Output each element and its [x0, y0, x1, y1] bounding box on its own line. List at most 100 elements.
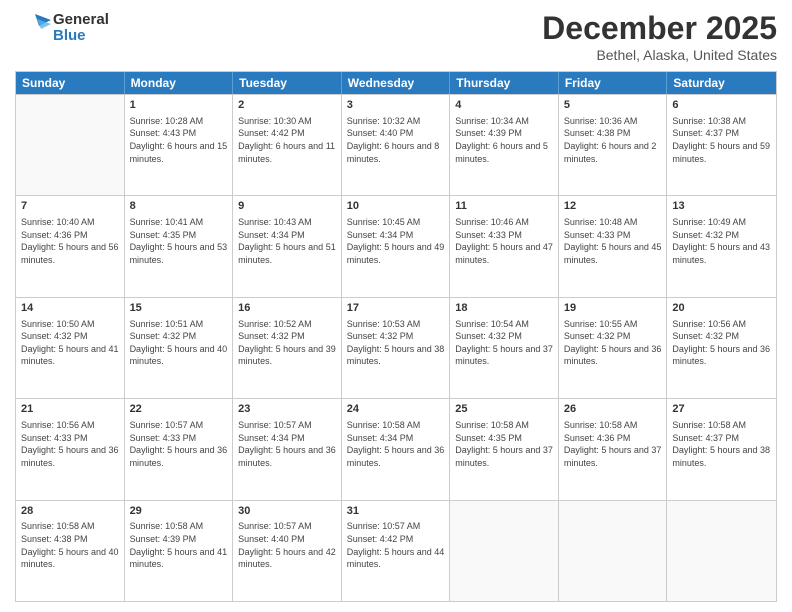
- day-number: 9: [238, 199, 336, 214]
- calendar-week-5: 28 Sunrise: 10:58 AM Sunset: 4:38 PM Day…: [16, 500, 776, 601]
- day-info: Sunrise: 10:28 AM Sunset: 4:43 PM Daylig…: [130, 115, 228, 165]
- location: Bethel, Alaska, United States: [542, 47, 777, 63]
- cal-cell-23: 23 Sunrise: 10:57 AM Sunset: 4:34 PM Day…: [233, 399, 342, 499]
- day-info: Sunrise: 10:56 AM Sunset: 4:33 PM Daylig…: [21, 419, 119, 469]
- day-number: 18: [455, 301, 553, 316]
- header: General Blue December 2025 Bethel, Alask…: [15, 10, 777, 63]
- day-info: Sunrise: 10:53 AM Sunset: 4:32 PM Daylig…: [347, 318, 445, 368]
- header-saturday: Saturday: [667, 72, 776, 94]
- day-number: 15: [130, 301, 228, 316]
- cal-cell-12: 12 Sunrise: 10:48 AM Sunset: 4:33 PM Day…: [559, 196, 668, 296]
- cal-cell-10: 10 Sunrise: 10:45 AM Sunset: 4:34 PM Day…: [342, 196, 451, 296]
- day-info: Sunrise: 10:46 AM Sunset: 4:33 PM Daylig…: [455, 216, 553, 266]
- calendar: Sunday Monday Tuesday Wednesday Thursday…: [15, 71, 777, 602]
- day-info: Sunrise: 10:55 AM Sunset: 4:32 PM Daylig…: [564, 318, 662, 368]
- cal-cell-16: 16 Sunrise: 10:52 AM Sunset: 4:32 PM Day…: [233, 298, 342, 398]
- day-number: 12: [564, 199, 662, 214]
- header-sunday: Sunday: [16, 72, 125, 94]
- day-info: Sunrise: 10:36 AM Sunset: 4:38 PM Daylig…: [564, 115, 662, 165]
- logo-container: General Blue: [15, 10, 109, 46]
- day-number: 4: [455, 98, 553, 113]
- cal-cell-24: 24 Sunrise: 10:58 AM Sunset: 4:34 PM Day…: [342, 399, 451, 499]
- cal-cell-14: 14 Sunrise: 10:50 AM Sunset: 4:32 PM Day…: [16, 298, 125, 398]
- day-info: Sunrise: 10:50 AM Sunset: 4:32 PM Daylig…: [21, 318, 119, 368]
- day-number: 28: [21, 504, 119, 519]
- cal-cell-5: 5 Sunrise: 10:36 AM Sunset: 4:38 PM Dayl…: [559, 95, 668, 195]
- cal-cell-11: 11 Sunrise: 10:46 AM Sunset: 4:33 PM Day…: [450, 196, 559, 296]
- day-number: 2: [238, 98, 336, 113]
- cal-cell-29: 29 Sunrise: 10:58 AM Sunset: 4:39 PM Day…: [125, 501, 234, 601]
- cal-cell-28: 28 Sunrise: 10:58 AM Sunset: 4:38 PM Day…: [16, 501, 125, 601]
- cal-cell-9: 9 Sunrise: 10:43 AM Sunset: 4:34 PM Dayl…: [233, 196, 342, 296]
- cal-cell-27: 27 Sunrise: 10:58 AM Sunset: 4:37 PM Day…: [667, 399, 776, 499]
- day-number: 26: [564, 402, 662, 417]
- cal-cell-6: 6 Sunrise: 10:38 AM Sunset: 4:37 PM Dayl…: [667, 95, 776, 195]
- calendar-week-3: 14 Sunrise: 10:50 AM Sunset: 4:32 PM Day…: [16, 297, 776, 398]
- logo: General Blue: [15, 10, 109, 46]
- day-number: 24: [347, 402, 445, 417]
- cal-cell-1: 1 Sunrise: 10:28 AM Sunset: 4:43 PM Dayl…: [125, 95, 234, 195]
- title-section: December 2025 Bethel, Alaska, United Sta…: [542, 10, 777, 63]
- cal-cell-empty-5: [559, 501, 668, 601]
- header-tuesday: Tuesday: [233, 72, 342, 94]
- day-info: Sunrise: 10:56 AM Sunset: 4:32 PM Daylig…: [672, 318, 771, 368]
- day-info: Sunrise: 10:41 AM Sunset: 4:35 PM Daylig…: [130, 216, 228, 266]
- cal-cell-31: 31 Sunrise: 10:57 AM Sunset: 4:42 PM Day…: [342, 501, 451, 601]
- cal-cell-7: 7 Sunrise: 10:40 AM Sunset: 4:36 PM Dayl…: [16, 196, 125, 296]
- page: General Blue December 2025 Bethel, Alask…: [0, 0, 792, 612]
- cal-cell-25: 25 Sunrise: 10:58 AM Sunset: 4:35 PM Day…: [450, 399, 559, 499]
- day-info: Sunrise: 10:49 AM Sunset: 4:32 PM Daylig…: [672, 216, 771, 266]
- cal-cell-22: 22 Sunrise: 10:57 AM Sunset: 4:33 PM Day…: [125, 399, 234, 499]
- day-info: Sunrise: 10:58 AM Sunset: 4:36 PM Daylig…: [564, 419, 662, 469]
- day-info: Sunrise: 10:58 AM Sunset: 4:38 PM Daylig…: [21, 520, 119, 570]
- day-number: 3: [347, 98, 445, 113]
- day-info: Sunrise: 10:48 AM Sunset: 4:33 PM Daylig…: [564, 216, 662, 266]
- cal-cell-19: 19 Sunrise: 10:55 AM Sunset: 4:32 PM Day…: [559, 298, 668, 398]
- day-number: 29: [130, 504, 228, 519]
- day-number: 10: [347, 199, 445, 214]
- day-number: 14: [21, 301, 119, 316]
- cal-cell-26: 26 Sunrise: 10:58 AM Sunset: 4:36 PM Day…: [559, 399, 668, 499]
- header-monday: Monday: [125, 72, 234, 94]
- day-info: Sunrise: 10:57 AM Sunset: 4:40 PM Daylig…: [238, 520, 336, 570]
- day-number: 30: [238, 504, 336, 519]
- calendar-week-4: 21 Sunrise: 10:56 AM Sunset: 4:33 PM Day…: [16, 398, 776, 499]
- cal-cell-20: 20 Sunrise: 10:56 AM Sunset: 4:32 PM Day…: [667, 298, 776, 398]
- day-number: 23: [238, 402, 336, 417]
- day-info: Sunrise: 10:43 AM Sunset: 4:34 PM Daylig…: [238, 216, 336, 266]
- cal-cell-15: 15 Sunrise: 10:51 AM Sunset: 4:32 PM Day…: [125, 298, 234, 398]
- day-info: Sunrise: 10:57 AM Sunset: 4:33 PM Daylig…: [130, 419, 228, 469]
- day-number: 27: [672, 402, 771, 417]
- cal-cell-2: 2 Sunrise: 10:30 AM Sunset: 4:42 PM Dayl…: [233, 95, 342, 195]
- calendar-body: 1 Sunrise: 10:28 AM Sunset: 4:43 PM Dayl…: [16, 94, 776, 601]
- day-number: 25: [455, 402, 553, 417]
- day-number: 17: [347, 301, 445, 316]
- calendar-week-2: 7 Sunrise: 10:40 AM Sunset: 4:36 PM Dayl…: [16, 195, 776, 296]
- day-info: Sunrise: 10:40 AM Sunset: 4:36 PM Daylig…: [21, 216, 119, 266]
- day-info: Sunrise: 10:54 AM Sunset: 4:32 PM Daylig…: [455, 318, 553, 368]
- day-number: 5: [564, 98, 662, 113]
- day-info: Sunrise: 10:58 AM Sunset: 4:39 PM Daylig…: [130, 520, 228, 570]
- day-info: Sunrise: 10:51 AM Sunset: 4:32 PM Daylig…: [130, 318, 228, 368]
- cal-cell-21: 21 Sunrise: 10:56 AM Sunset: 4:33 PM Day…: [16, 399, 125, 499]
- cal-cell-4: 4 Sunrise: 10:34 AM Sunset: 4:39 PM Dayl…: [450, 95, 559, 195]
- day-number: 20: [672, 301, 771, 316]
- header-wednesday: Wednesday: [342, 72, 451, 94]
- day-info: Sunrise: 10:34 AM Sunset: 4:39 PM Daylig…: [455, 115, 553, 165]
- calendar-week-1: 1 Sunrise: 10:28 AM Sunset: 4:43 PM Dayl…: [16, 94, 776, 195]
- day-number: 21: [21, 402, 119, 417]
- day-number: 22: [130, 402, 228, 417]
- calendar-header-row: Sunday Monday Tuesday Wednesday Thursday…: [16, 72, 776, 94]
- cal-cell-empty-0: [16, 95, 125, 195]
- day-number: 16: [238, 301, 336, 316]
- day-number: 31: [347, 504, 445, 519]
- logo-bird-icon: [15, 10, 51, 46]
- day-info: Sunrise: 10:57 AM Sunset: 4:42 PM Daylig…: [347, 520, 445, 570]
- day-info: Sunrise: 10:30 AM Sunset: 4:42 PM Daylig…: [238, 115, 336, 165]
- day-info: Sunrise: 10:52 AM Sunset: 4:32 PM Daylig…: [238, 318, 336, 368]
- header-friday: Friday: [559, 72, 668, 94]
- cal-cell-empty-4: [450, 501, 559, 601]
- cal-cell-empty-6: [667, 501, 776, 601]
- logo-blue: Blue: [53, 28, 109, 45]
- cal-cell-30: 30 Sunrise: 10:57 AM Sunset: 4:40 PM Day…: [233, 501, 342, 601]
